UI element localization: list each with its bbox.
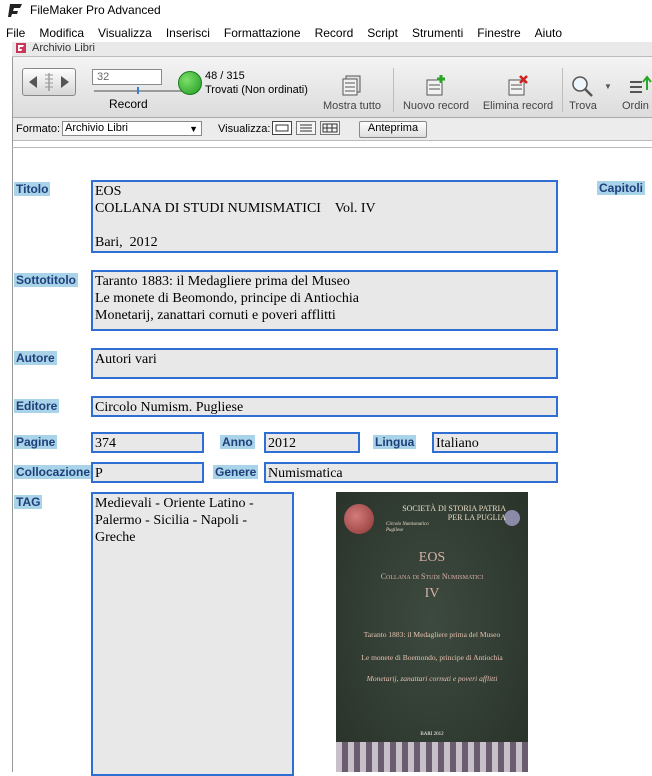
- record-book-navigator[interactable]: [22, 68, 76, 96]
- delete-record-button[interactable]: Elimina record: [478, 70, 558, 114]
- new-record-button[interactable]: Nuovo record: [398, 70, 474, 114]
- find-dropdown-icon[interactable]: ▼: [604, 82, 612, 91]
- find-label: Trova: [569, 100, 597, 112]
- form-view-icon: [275, 124, 289, 132]
- field-autore[interactable]: Autori vari: [91, 348, 558, 379]
- book-arrows-icon: [29, 73, 69, 91]
- find-button[interactable]: ▼ Trova: [566, 70, 612, 114]
- filemaker-app-icon: [8, 4, 22, 17]
- label-capitoli: Capitoli: [597, 181, 645, 195]
- label-genere: Genere: [213, 465, 259, 479]
- field-editore[interactable]: Circolo Numism. Pugliese: [91, 396, 558, 417]
- label-lingua: Lingua: [373, 435, 417, 449]
- cover-line3: Monetarij, zanattari cornuti e poveri af…: [366, 674, 498, 683]
- found-status: Trovati (Non ordinati): [205, 84, 308, 96]
- app-title: FileMaker Pro Advanced: [30, 3, 161, 17]
- magnifier-icon: [572, 76, 593, 97]
- show-all-icon: [342, 75, 361, 96]
- layout-select-value: Archivio Libri: [65, 122, 128, 134]
- cover-line2: Le monete di Boemondo, principe di Antio…: [361, 653, 503, 662]
- header-divider: [12, 147, 652, 148]
- window-title: Archivio Libri: [32, 42, 95, 54]
- book-cover-image[interactable]: Società di Storia Patria per la Puglia C…: [336, 492, 528, 772]
- label-sottotitolo: Sottotitolo: [14, 273, 78, 287]
- sort-button[interactable]: Ordin: [620, 70, 652, 114]
- menu-aiuto[interactable]: Aiuto: [528, 24, 569, 42]
- cover-circolo: Circolo Numismatico Pugliese: [386, 522, 429, 533]
- window-title-tab[interactable]: Archivio Libri: [12, 42, 652, 57]
- cover-place: BARI 2012: [420, 732, 444, 737]
- view-as-form-button[interactable]: [272, 121, 292, 135]
- field-pagine[interactable]: 374: [91, 432, 204, 453]
- list-view-icon: [300, 124, 312, 132]
- show-all-button[interactable]: Mostra tutto: [318, 70, 386, 114]
- new-record-label: Nuovo record: [402, 100, 470, 112]
- new-record-icon: [426, 75, 445, 96]
- label-titolo: Titolo: [14, 182, 51, 196]
- label-pagine: Pagine: [14, 435, 58, 449]
- label-autore: Autore: [14, 351, 57, 365]
- menu-bar: File Modifica Visualizza Inserisci Forma…: [0, 24, 652, 42]
- record-slider-handle[interactable]: [137, 87, 139, 94]
- label-editore: Editore: [14, 399, 60, 413]
- sort-icon: [630, 75, 652, 93]
- cover-decorative-border: [336, 742, 528, 772]
- menu-script[interactable]: Script: [360, 24, 405, 42]
- field-lingua[interactable]: Italiano: [432, 432, 558, 453]
- label-collocazione: Collocazione: [14, 465, 93, 479]
- delete-record-label: Elimina record: [482, 100, 554, 112]
- view-as-table-button[interactable]: [320, 121, 340, 135]
- filemaker-doc-icon: [16, 43, 26, 53]
- toolbar-separator: [393, 68, 394, 112]
- menu-formattazione[interactable]: Formattazione: [217, 24, 308, 42]
- field-sottotitolo[interactable]: Taranto 1883: il Medagliere prima del Mu…: [91, 270, 558, 331]
- menu-file[interactable]: File: [0, 24, 32, 42]
- cover-title: EOS: [418, 550, 446, 565]
- field-genere[interactable]: Numismatica: [264, 462, 558, 483]
- chevron-down-icon: ▼: [189, 124, 198, 134]
- menu-modifica[interactable]: Modifica: [32, 24, 91, 42]
- layout-select[interactable]: Archivio Libri ▼: [62, 121, 202, 136]
- field-collocazione[interactable]: P: [91, 462, 204, 483]
- cover-series: Collana di Studi Numismatici: [380, 572, 484, 581]
- field-titolo[interactable]: EOS COLLANA DI STUDI NUMISMATICI Vol. IV…: [91, 180, 558, 253]
- record-label: Record: [109, 97, 148, 111]
- menu-finestre[interactable]: Finestre: [470, 24, 527, 42]
- cover-volume: IV: [424, 586, 440, 601]
- toolbar-separator: [562, 68, 563, 112]
- view-label: Visualizza:: [218, 123, 271, 135]
- record-count: 48 / 315: [205, 70, 245, 82]
- menu-visualizza[interactable]: Visualizza: [91, 24, 159, 42]
- view-as-list-button[interactable]: [296, 121, 316, 135]
- show-all-label: Mostra tutto: [322, 100, 382, 112]
- label-anno: Anno: [220, 435, 255, 449]
- format-label: Formato:: [16, 123, 61, 135]
- label-tag: TAG: [14, 495, 43, 509]
- menu-record[interactable]: Record: [308, 24, 361, 42]
- table-view-icon: [322, 123, 338, 133]
- preview-button[interactable]: Anteprima: [359, 121, 427, 138]
- menu-inserisci[interactable]: Inserisci: [159, 24, 217, 42]
- field-anno[interactable]: 2012: [264, 432, 360, 453]
- field-tag[interactable]: Medievali - Oriente Latino - Palermo - S…: [91, 492, 294, 776]
- title-bar: FileMaker Pro Advanced: [0, 0, 652, 22]
- cover-line1: Taranto 1883: il Medagliere prima del Mu…: [363, 630, 501, 639]
- record-slider[interactable]: [94, 90, 184, 92]
- coin-emblem-icon: [344, 504, 374, 534]
- society-seal-icon: [504, 510, 520, 526]
- cover-society: Società di Storia Patria per la Puglia: [402, 504, 506, 522]
- delete-record-icon: [508, 75, 528, 96]
- window-left-border: [12, 42, 13, 772]
- menu-strumenti[interactable]: Strumenti: [405, 24, 470, 42]
- current-record-field[interactable]: 32: [92, 69, 162, 85]
- found-set-pie-icon[interactable]: [178, 71, 202, 95]
- sort-label: Ordin: [622, 100, 649, 112]
